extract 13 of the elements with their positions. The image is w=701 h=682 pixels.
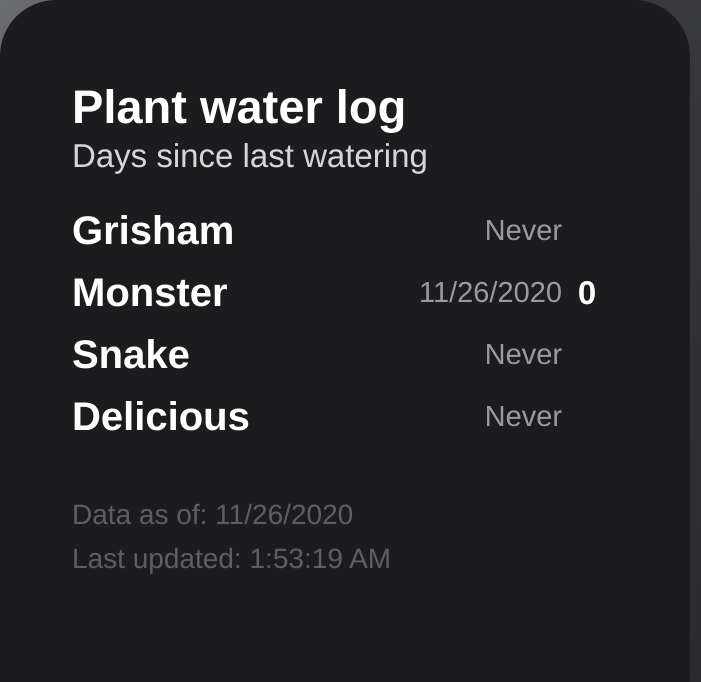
last-watered-date: Never — [484, 338, 562, 372]
widget-title: Plant water log — [72, 80, 406, 134]
days-count: 0 — [578, 274, 596, 312]
footer-text: Last updated: 1:53:19 AM — [72, 542, 392, 576]
last-watered-date: Never — [484, 214, 562, 248]
last-watered-date: 11/26/2020 — [419, 276, 562, 310]
plant-name: Grisham — [72, 208, 234, 255]
plant-name: Delicious — [72, 394, 250, 441]
plant-name: Snake — [72, 332, 190, 379]
plant-name: Monster — [72, 270, 228, 317]
widget-subtitle: Days since last watering — [72, 136, 428, 176]
footer-text: Data as of: 11/26/2020 — [72, 498, 354, 532]
last-watered-date: Never — [484, 400, 562, 434]
